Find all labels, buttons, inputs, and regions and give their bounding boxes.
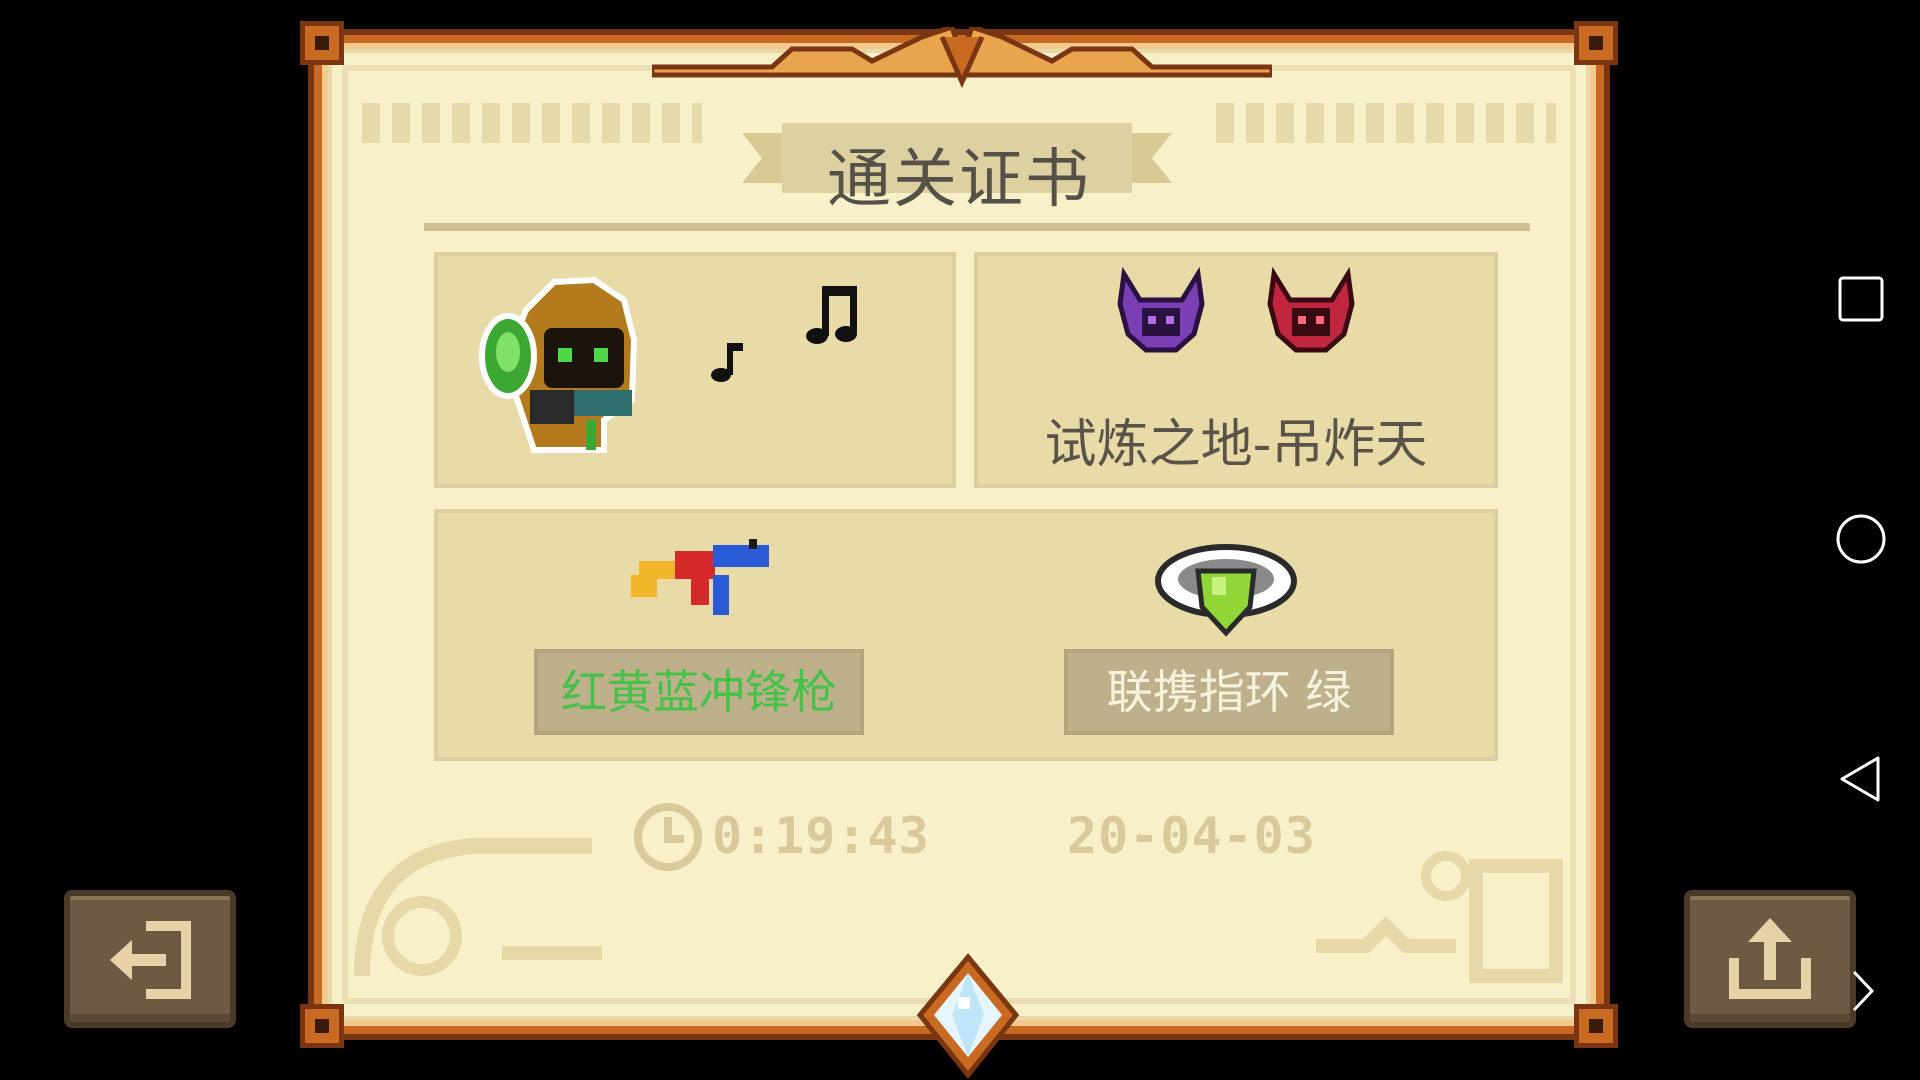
decorative-pattern: [1316, 851, 1563, 983]
clear-certificate: 通关证书 试炼之地-吊炸天 红黄蓝冲锋枪 联携指环 绿 0:19:43 20-0…: [300, 21, 1618, 1079]
chevron-right-icon[interactable]: [1848, 966, 1878, 1016]
diamond-gem-icon: [916, 953, 1020, 1079]
exit-button[interactable]: [64, 890, 236, 1028]
exit-icon: [110, 921, 191, 999]
top-ornament-icon: [652, 27, 1272, 89]
frame-corner: [1574, 1004, 1618, 1048]
items-panel: 红黄蓝冲锋枪 联携指环 绿: [434, 509, 1498, 761]
hooded-bard-hero-icon: [479, 276, 638, 453]
page-title: 通关证书: [827, 143, 1091, 217]
rgb-smg-weapon-icon: [631, 539, 769, 615]
share-button[interactable]: [1684, 890, 1856, 1028]
divider: [424, 223, 1530, 231]
frame-corner: [300, 21, 344, 65]
frame-corner: [1574, 21, 1618, 65]
clock-icon: [634, 803, 702, 871]
frame-corner: [300, 1004, 344, 1048]
hero-panel: [434, 252, 956, 488]
buff-name-tag: 联携指环 绿: [1064, 649, 1394, 735]
red-demon-boss-icon: [1267, 266, 1355, 353]
home-icon[interactable]: [1834, 512, 1888, 566]
link-ring-green-icon: [1155, 544, 1297, 637]
level-panel: 试炼之地-吊炸天: [974, 252, 1498, 488]
music-notes-icon: [806, 286, 857, 344]
clear-time: 0:19:43: [712, 807, 930, 865]
purple-demon-boss-icon: [1117, 266, 1205, 353]
recent-apps-icon[interactable]: [1834, 272, 1888, 326]
music-note-icon: [711, 343, 743, 382]
share-icon: [1729, 918, 1811, 999]
decorative-pattern: [354, 838, 602, 977]
clear-date: 20-04-03: [1067, 807, 1316, 865]
back-icon[interactable]: [1834, 752, 1888, 806]
level-name: 试炼之地-吊炸天: [1044, 415, 1428, 475]
weapon-name-tag: 红黄蓝冲锋枪: [534, 649, 864, 735]
